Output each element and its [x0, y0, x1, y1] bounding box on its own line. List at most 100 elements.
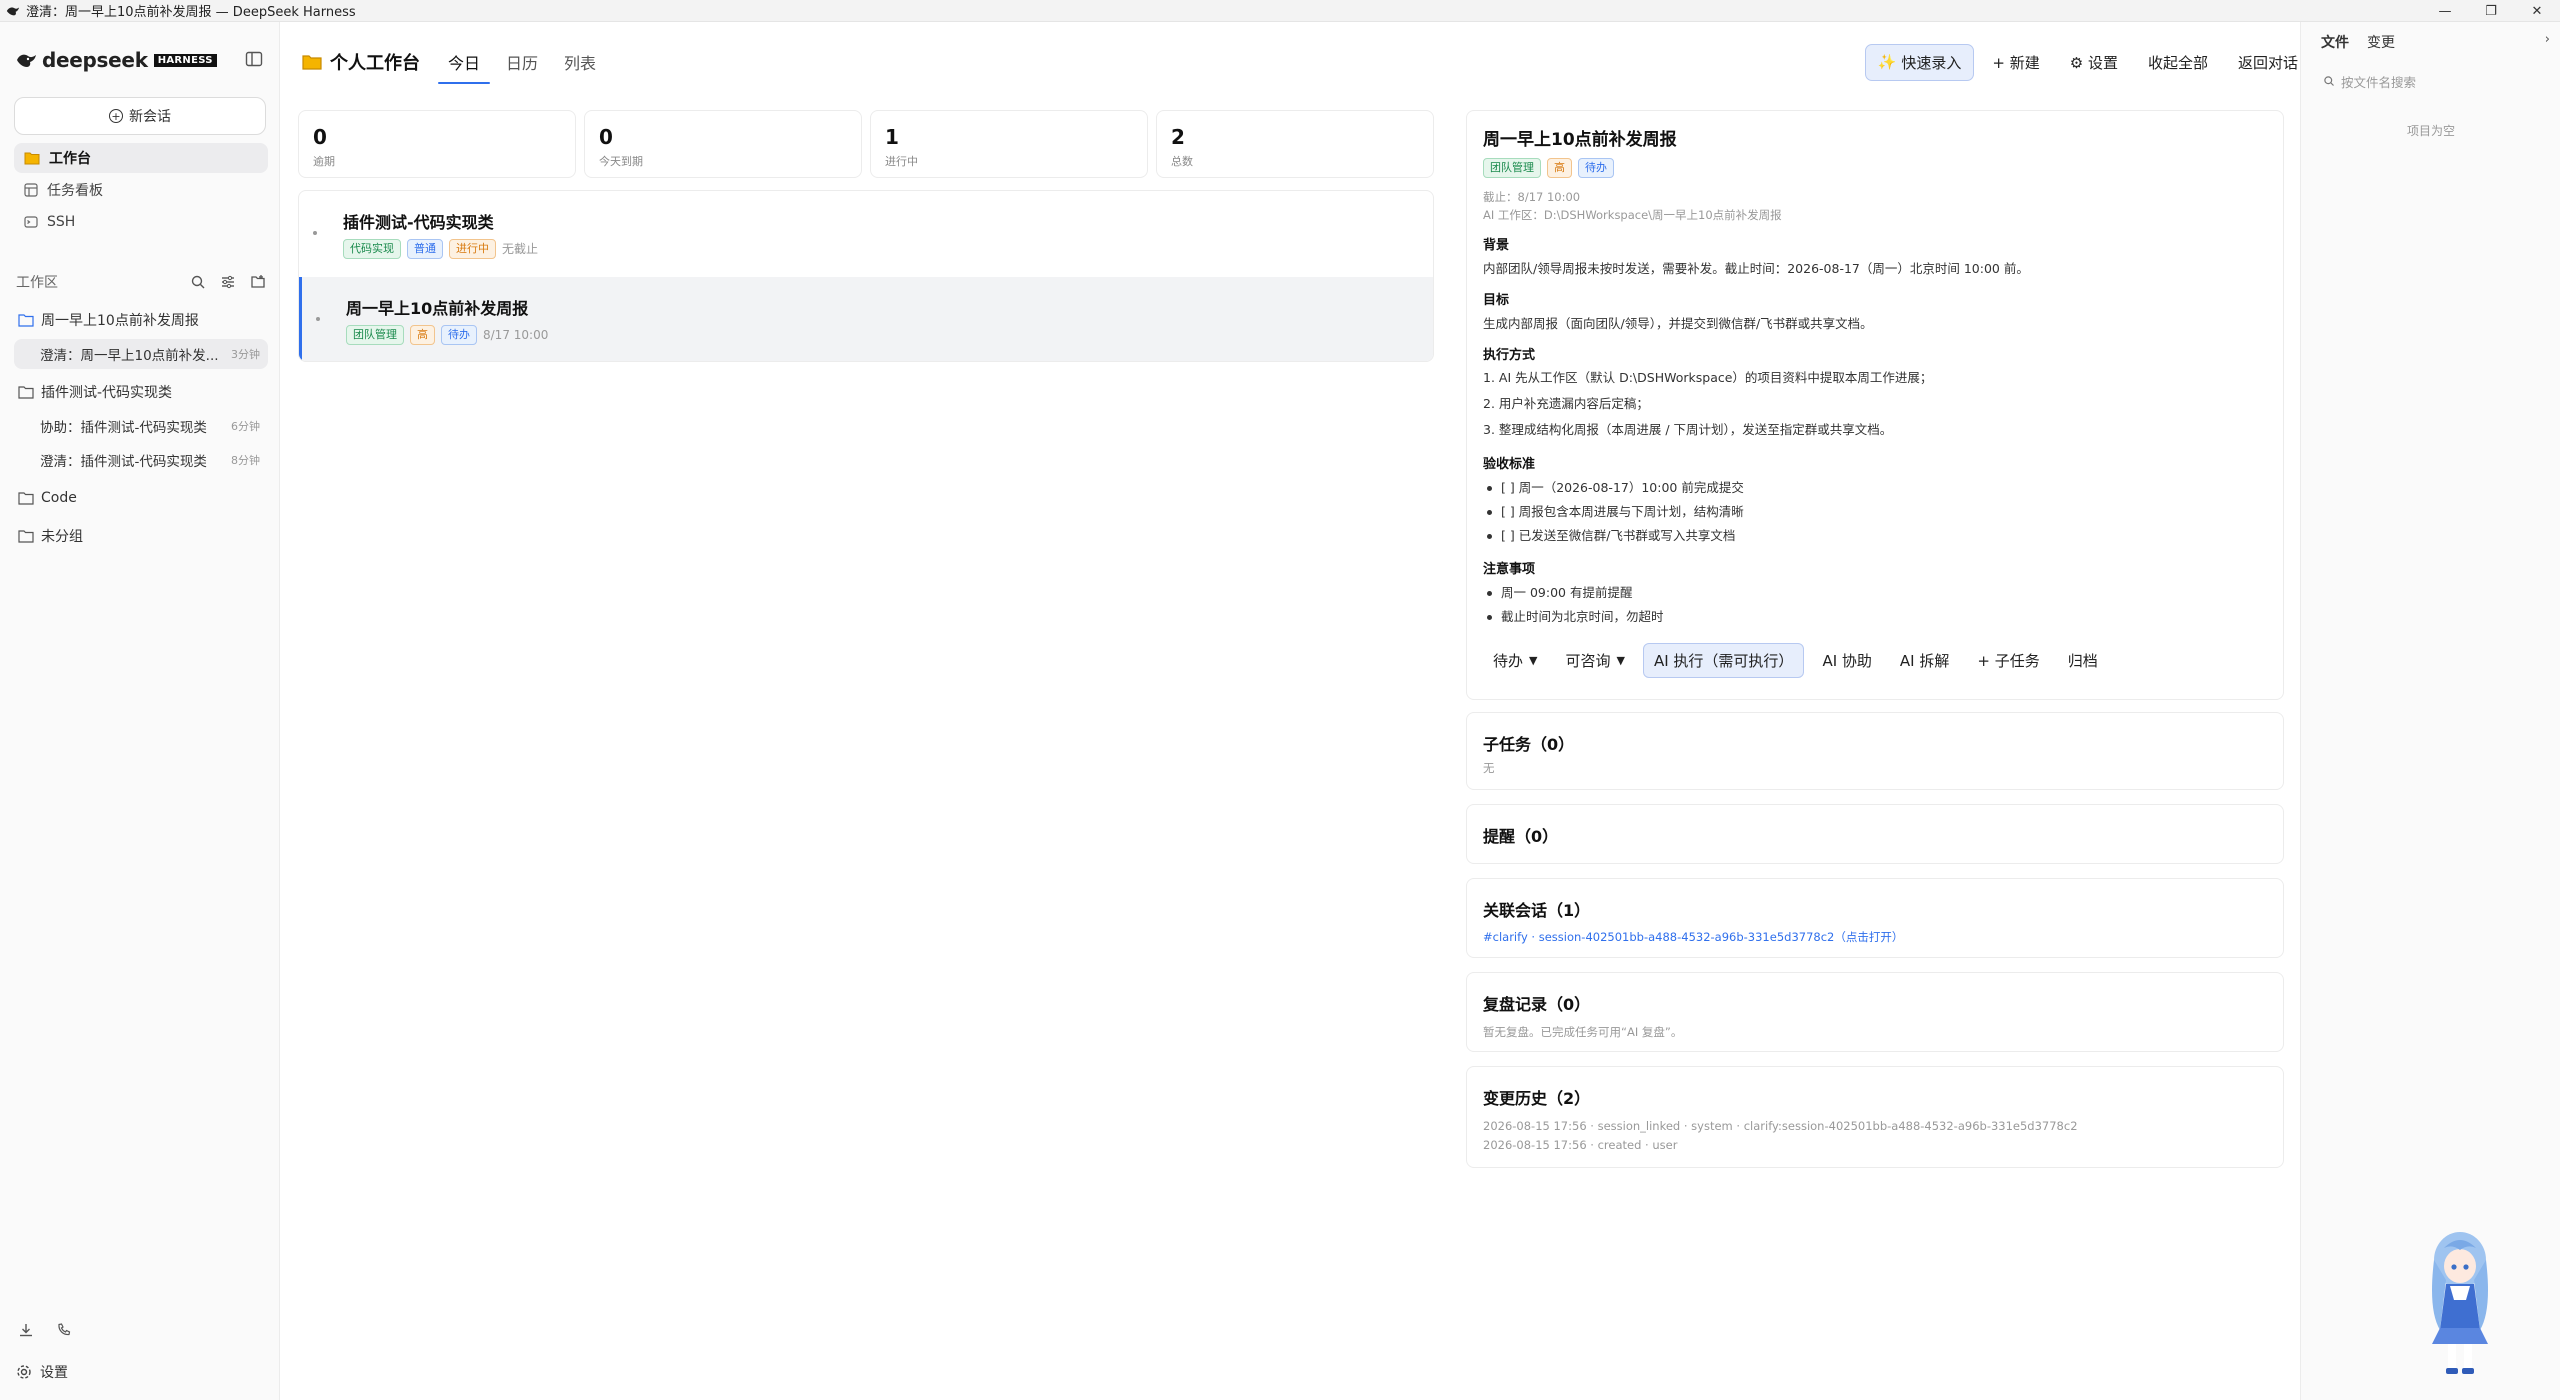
- detail-title: 周一早上10点前补发周报: [1483, 130, 1677, 150]
- sidebar-item-task-board[interactable]: 任务看板: [14, 175, 268, 205]
- collapse-all-button[interactable]: 收起全部: [2136, 45, 2220, 80]
- task-due: 8/17 10:00: [483, 328, 549, 342]
- panel-title: 复盘记录（0）: [1483, 995, 1591, 1014]
- ai-assist-button[interactable]: AI 协助: [1812, 644, 1881, 677]
- sidebar-item-workbench[interactable]: 工作台: [14, 143, 268, 173]
- task-title: 周一早上10点前补发周报: [346, 299, 529, 318]
- task-tag: 普通: [407, 239, 443, 259]
- workspace-folder[interactable]: 未分组: [18, 524, 83, 548]
- workspace-folder[interactable]: Code: [18, 486, 77, 510]
- review-empty: 暂无复盘。已完成任务可用“AI 复盘”。: [1483, 1025, 1683, 1039]
- minimize-icon[interactable]: —: [2422, 0, 2468, 22]
- task-tag: 团队管理: [346, 325, 404, 345]
- sidebar-item-label: 工作台: [49, 151, 91, 167]
- panel-title: 变更历史（2）: [1483, 1089, 1591, 1108]
- note-item: 周一 09:00 有提前提醒: [1483, 581, 2267, 605]
- session-item[interactable]: 澄清：周一早上10点前补发... 3分钟: [14, 339, 268, 369]
- task-due: 无截止: [502, 242, 539, 256]
- tab-calendar[interactable]: 日历: [496, 44, 548, 80]
- chevron-right-icon[interactable]: ›: [2545, 32, 2550, 47]
- status-value: 待办: [1493, 652, 1524, 670]
- folder-icon: [18, 386, 34, 399]
- download-icon[interactable]: [18, 1322, 34, 1338]
- stat-due-today[interactable]: 0 今天到期: [584, 110, 862, 178]
- restore-icon[interactable]: ❐: [2468, 0, 2514, 22]
- new-chat-label: 新会话: [129, 109, 171, 125]
- workspace-header: 工作区: [16, 272, 266, 292]
- left-sidebar: deepseek HARNESS + 新会话 工作台 任务看板 SSH 工作区 …: [0, 22, 280, 1400]
- back-to-chat-button[interactable]: 返回对话: [2226, 45, 2310, 80]
- sidebar-item-ssh[interactable]: SSH: [14, 207, 268, 237]
- section-heading: 注意事项: [1483, 562, 1536, 577]
- settings-button[interactable]: ⚙ 设置: [2058, 45, 2130, 80]
- add-subtask-button[interactable]: + 子任务: [1967, 644, 2049, 677]
- note-item: 截止时间为北京时间，勿超时: [1483, 605, 2267, 629]
- tab-files[interactable]: 文件: [2321, 32, 2349, 52]
- workspace-folder[interactable]: 插件测试-代码实现类: [18, 380, 172, 404]
- archive-button[interactable]: 归档: [2058, 644, 2108, 677]
- mascot-character-image[interactable]: [2410, 1220, 2510, 1380]
- sidebar-settings-button[interactable]: 设置: [16, 1362, 68, 1382]
- status-select[interactable]: 待办 ▼: [1483, 644, 1547, 677]
- page-title: 个人工作台: [330, 53, 420, 74]
- section-heading: 背景: [1483, 238, 1510, 253]
- stat-overdue[interactable]: 0 逾期: [298, 110, 576, 178]
- consult-value: 可咨询: [1565, 652, 1611, 670]
- history-item: 2026-08-15 17:56 · session_linked · syst…: [1483, 1119, 2078, 1133]
- sidebar-bottom-tools: [18, 1322, 72, 1338]
- task-row[interactable]: 周一早上10点前补发周报 团队管理 高 待办 8/17 10:00: [299, 277, 1433, 361]
- workspace-folder[interactable]: 周一早上10点前补发周报: [18, 308, 199, 332]
- new-chat-button[interactable]: + 新会话: [14, 97, 266, 135]
- session-age: 6分钟: [231, 420, 260, 433]
- detail-due: 截止：8/17 10:00: [1483, 190, 1581, 204]
- section-heading: 目标: [1483, 293, 1510, 308]
- stat-label: 总数: [1171, 155, 1193, 168]
- task-tag: 高: [410, 325, 435, 345]
- criteria-item: [ ] 已发送至微信群/飞书群或写入共享文档: [1483, 524, 2267, 548]
- panel-title: 关联会话（1）: [1483, 901, 1591, 920]
- gear-icon: [17, 1365, 31, 1379]
- section-heading: 验收标准: [1483, 457, 1536, 472]
- task-title: 插件测试-代码实现类: [343, 213, 494, 232]
- search-icon[interactable]: [190, 274, 206, 290]
- detail-workspace: AI 工作区：D:\DSHWorkspace\周一早上10点前补发周报: [1483, 208, 1782, 222]
- session-item[interactable]: 澄清：插件测试-代码实现类 8分钟: [14, 445, 268, 475]
- tab-list[interactable]: 列表: [554, 44, 606, 80]
- folder-icon: [18, 492, 34, 505]
- close-icon[interactable]: ✕: [2514, 0, 2560, 22]
- task-tag: 进行中: [449, 239, 496, 259]
- stat-value: 1: [885, 125, 899, 149]
- background-text: 内部团队/领导周报未按时发送，需要补发。截止时间：2026-08-17（周一）北…: [1483, 261, 2029, 276]
- board-icon: [24, 183, 38, 197]
- tab-changes[interactable]: 变更: [2367, 32, 2395, 52]
- session-item[interactable]: 协助：插件测试-代码实现类 6分钟: [14, 411, 268, 441]
- quick-add-button[interactable]: ✨ 快速录入: [1864, 43, 1975, 81]
- file-search-input[interactable]: 按文件名搜索: [2317, 66, 2547, 96]
- sidebar-toggle-icon[interactable]: [244, 49, 264, 69]
- bullet-icon: [316, 317, 320, 321]
- stat-label: 进行中: [885, 155, 918, 168]
- ai-execute-button[interactable]: AI 执行（需可执行）: [1642, 643, 1805, 678]
- task-row[interactable]: 插件测试-代码实现类 代码实现 普通 进行中 无截止: [299, 191, 1433, 275]
- session-link[interactable]: #clarify · session-402501bb-a488-4532-a9…: [1483, 929, 2267, 945]
- phone-icon[interactable]: [56, 1322, 72, 1338]
- filter-icon[interactable]: [220, 274, 236, 290]
- deepseek-whale-icon: [17, 54, 36, 67]
- criteria-item: [ ] 周一（2026-08-17）10:00 前完成提交: [1483, 476, 2267, 500]
- sparkle-icon: ✨: [1877, 53, 1897, 71]
- ai-split-button[interactable]: AI 拆解: [1890, 644, 1959, 677]
- consult-select[interactable]: 可咨询 ▼: [1555, 644, 1634, 677]
- folder-open-icon: [18, 314, 34, 327]
- tab-today[interactable]: 今日: [438, 44, 491, 84]
- new-folder-icon[interactable]: [250, 274, 266, 290]
- stat-total[interactable]: 2 总数: [1156, 110, 1434, 178]
- window-titlebar: 澄清：周一早上10点前补发周报 — DeepSeek Harness — ❐ ✕: [0, 0, 2560, 22]
- stat-in-progress[interactable]: 1 进行中: [870, 110, 1148, 178]
- review-panel: 复盘记录（0） 暂无复盘。已完成任务可用“AI 复盘”。: [1466, 972, 2284, 1052]
- stat-label: 今天到期: [599, 155, 643, 168]
- window-controls: — ❐ ✕: [2422, 0, 2560, 22]
- new-task-button[interactable]: + 新建: [1980, 45, 2051, 80]
- folder-name: 插件测试-代码实现类: [41, 385, 173, 401]
- history-item: 2026-08-15 17:56 · created · user: [1483, 1138, 1678, 1152]
- reminders-panel: 提醒（0）: [1466, 804, 2284, 864]
